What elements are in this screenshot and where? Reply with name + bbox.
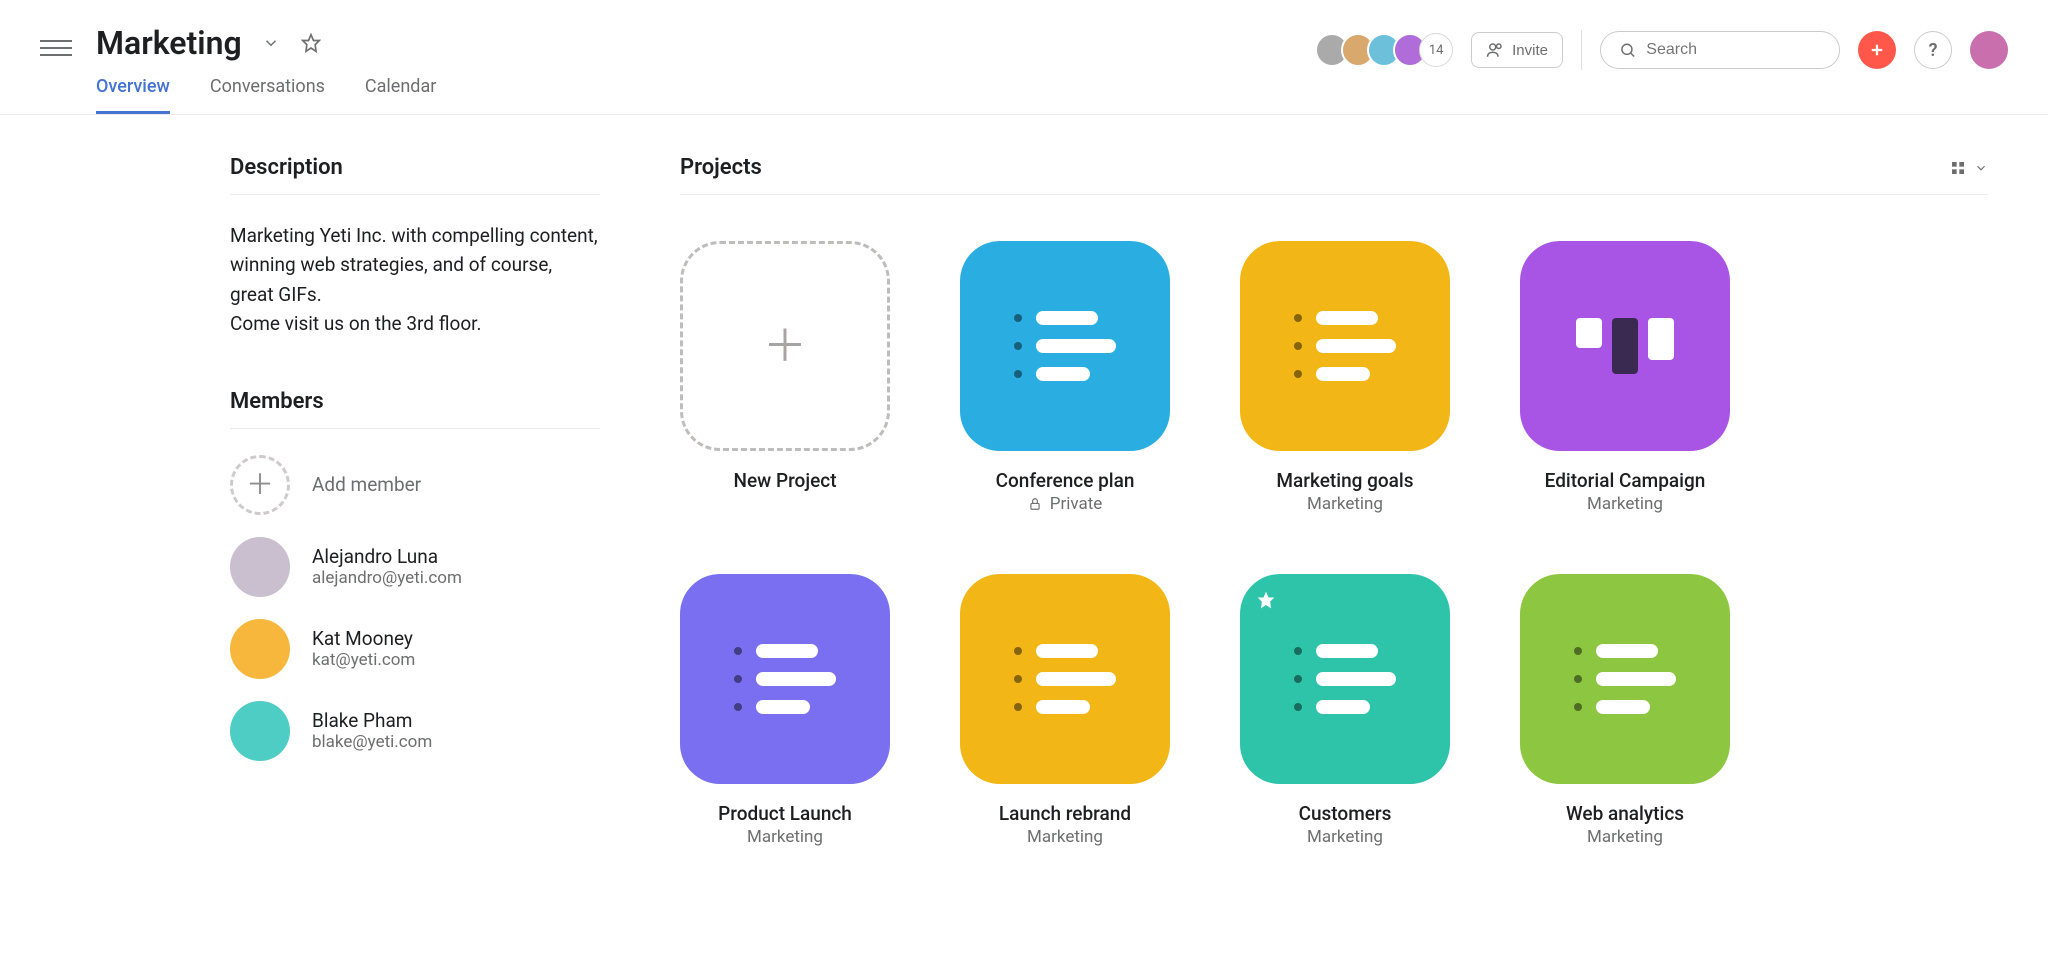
avatar [230,619,290,679]
project-name: Customers [1240,802,1450,825]
project-subtitle: Private [960,494,1170,514]
tabs: Overview Conversations Calendar [96,76,436,114]
help-button[interactable]: ? [1914,31,1952,69]
avatar [230,701,290,761]
member-email: alejandro@yeti.com [312,568,462,588]
lock-icon [1028,497,1042,511]
title-chevron-down-icon[interactable] [260,32,282,54]
project-name: Web analytics [1520,802,1730,825]
member-name: Alejandro Luna [312,545,462,568]
description-heading: Description [230,155,600,195]
view-toggle[interactable] [1950,160,1988,176]
project-subtitle: Marketing [1520,494,1730,514]
favorite-star-icon[interactable] [300,32,322,54]
people-icon [1486,41,1504,59]
project-card[interactable]: Launch rebrand Marketing [960,574,1170,847]
tab-overview[interactable]: Overview [96,76,170,114]
project-name: Conference plan [960,469,1170,492]
project-card[interactable]: Editorial Campaign Marketing [1520,241,1730,514]
search-box[interactable] [1600,31,1840,69]
project-subtitle: Marketing [1520,827,1730,847]
page-title: Marketing [96,24,242,62]
member-name: Kat Mooney [312,627,415,650]
star-icon [1256,590,1276,610]
projects-heading: Projects [680,155,1950,180]
project-card[interactable]: Conference plan Private [960,241,1170,514]
profile-avatar-button[interactable] [1970,31,2008,69]
divider [1581,30,1582,70]
project-name: Editorial Campaign [1520,469,1730,492]
project-name: Marketing goals [1240,469,1450,492]
avatar-overflow-count[interactable]: 14 [1419,33,1453,67]
search-icon [1619,40,1636,60]
project-card[interactable]: Web analytics Marketing [1520,574,1730,847]
plus-circle-icon: ＋ [230,455,290,515]
member-email: kat@yeti.com [312,650,415,670]
add-member-button[interactable]: ＋ Add member [230,455,600,515]
divider [680,194,1988,195]
new-project-button[interactable]: ＋ New Project [680,241,890,514]
project-name: Launch rebrand [960,802,1170,825]
global-add-button[interactable] [1858,31,1896,69]
description-text: Marketing Yeti Inc. with compelling cont… [230,221,600,339]
members-heading: Members [230,389,600,429]
new-project-label: New Project [680,469,890,492]
invite-label: Invite [1512,42,1548,59]
member-avatars[interactable]: 14 [1315,33,1453,67]
project-subtitle: Marketing [1240,827,1450,847]
member-item[interactable]: Blake Pham blake@yeti.com [230,701,600,761]
project-card[interactable]: Customers Marketing [1240,574,1450,847]
project-card[interactable]: Product Launch Marketing [680,574,890,847]
menu-toggle-icon[interactable] [40,32,72,64]
project-subtitle: Marketing [960,827,1170,847]
plus-icon [1868,41,1886,59]
grid-icon [1950,160,1966,176]
project-name: Product Launch [680,802,890,825]
member-item[interactable]: Alejandro Luna alejandro@yeti.com [230,537,600,597]
project-card[interactable]: Marketing goals Marketing [1240,241,1450,514]
chevron-down-icon [1974,161,1988,175]
project-subtitle: Marketing [680,827,890,847]
search-input[interactable] [1646,41,1821,59]
avatar [230,537,290,597]
invite-button[interactable]: Invite [1471,32,1563,68]
member-email: blake@yeti.com [312,732,432,752]
member-name: Blake Pham [312,709,432,732]
add-member-label: Add member [312,473,421,496]
project-subtitle: Marketing [1240,494,1450,514]
member-item[interactable]: Kat Mooney kat@yeti.com [230,619,600,679]
tab-conversations[interactable]: Conversations [210,76,325,114]
tab-calendar[interactable]: Calendar [365,76,436,114]
